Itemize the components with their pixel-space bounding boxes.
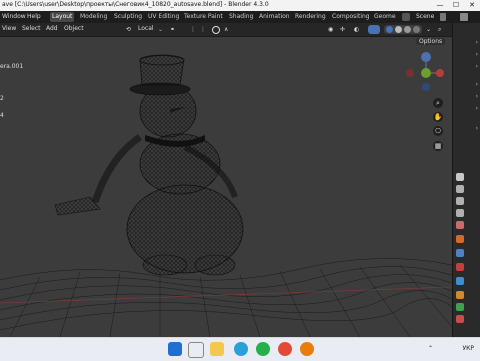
telegram-icon[interactable] bbox=[234, 342, 248, 356]
menu-add[interactable]: Add bbox=[46, 25, 58, 32]
outliner-expand-icon[interactable]: › bbox=[476, 125, 478, 132]
xray-toggle-icon[interactable] bbox=[368, 25, 380, 34]
constraint-properties-icon[interactable] bbox=[456, 291, 464, 299]
view-layer-properties-icon[interactable] bbox=[456, 209, 464, 217]
gizmo-z-axis-icon bbox=[421, 52, 431, 62]
snap-icon[interactable]: ⋮ bbox=[190, 26, 196, 33]
3d-viewport[interactable]: era.001 2 4 Options ⌕ ✋ ⎔ ▦ bbox=[0, 37, 452, 337]
workspace-tab-layout[interactable]: Layout bbox=[50, 12, 75, 22]
menu-window[interactable]: Window bbox=[2, 13, 26, 20]
shading-options-icon[interactable]: ⌄ bbox=[426, 26, 431, 33]
pivot-point-icon[interactable]: ⚭ bbox=[170, 26, 175, 33]
workspace-tab-modeling[interactable]: Modeling bbox=[78, 12, 109, 22]
workspace-tab-sculpting[interactable]: Sculpting bbox=[112, 12, 144, 22]
camera-view-icon[interactable]: ⎔ bbox=[433, 126, 443, 136]
output-properties-icon[interactable] bbox=[456, 197, 464, 205]
outliner-expand-icon[interactable]: › bbox=[476, 39, 478, 46]
physics-properties-icon[interactable] bbox=[456, 277, 464, 285]
tray-arrow-icon[interactable]: ⌃ bbox=[428, 345, 433, 352]
zoom-icon[interactable]: ⌕ bbox=[433, 98, 443, 108]
falloff-icon[interactable]: ∧ bbox=[224, 26, 228, 33]
windows-start-icon[interactable] bbox=[168, 342, 182, 356]
object-properties-icon[interactable] bbox=[456, 235, 464, 243]
data-properties-icon[interactable] bbox=[456, 303, 464, 311]
solid-shading-icon[interactable] bbox=[395, 26, 402, 33]
snowman-wireframe bbox=[54, 54, 244, 276]
gizmo-neg-z-axis-icon bbox=[422, 83, 430, 91]
object-label-2: 2 bbox=[0, 95, 4, 102]
menu-view[interactable]: View bbox=[2, 25, 16, 32]
viewport-header: View Select Add Object ⟲ Local ⌄ ⚭ ⋮ ⋮ ∧… bbox=[0, 23, 452, 37]
gizmo-icon[interactable]: ✢ bbox=[340, 26, 345, 33]
properties-panel: › › › › › › › bbox=[452, 23, 480, 337]
proportional-edit-icon[interactable] bbox=[212, 26, 220, 34]
viewport-canvas[interactable] bbox=[0, 37, 452, 337]
menu-select[interactable]: Select bbox=[22, 25, 41, 32]
outliner-expand-icon[interactable]: › bbox=[476, 63, 478, 70]
blender-icon[interactable] bbox=[300, 342, 314, 356]
window-title: ave [C:\Users\user\Desktop\проекты\Снего… bbox=[2, 1, 269, 8]
workspace-tab-compositing[interactable]: Compositing bbox=[330, 12, 372, 22]
close-button[interactable]: ✕ bbox=[464, 0, 480, 11]
outliner-expand-icon[interactable]: › bbox=[476, 105, 478, 112]
snap-target-icon[interactable]: ⋮ bbox=[200, 26, 206, 33]
workspace-arrow-icon[interactable] bbox=[402, 13, 410, 21]
whatsapp-icon[interactable] bbox=[256, 342, 270, 356]
gizmo-y-axis-icon bbox=[421, 68, 431, 78]
tool-properties-icon[interactable] bbox=[456, 173, 464, 181]
outliner-expand-icon[interactable]: › bbox=[476, 51, 478, 58]
tray-language[interactable]: УКР bbox=[462, 345, 474, 352]
wireframe-shading-icon[interactable] bbox=[386, 26, 393, 33]
task-view-icon[interactable] bbox=[188, 342, 204, 358]
object-label-4: 4 bbox=[0, 112, 4, 119]
workspace-tab-uv-editing[interactable]: UV Editing bbox=[146, 12, 181, 22]
perspective-grid-icon[interactable]: ▦ bbox=[433, 141, 443, 151]
gizmo-x-axis-icon bbox=[436, 69, 444, 77]
search-icon[interactable]: ⌕ bbox=[438, 26, 441, 34]
chrome-icon[interactable] bbox=[278, 342, 292, 356]
minimize-button[interactable]: — bbox=[432, 0, 448, 11]
window-titlebar: ave [C:\Users\user\Desktop\проекты\Снего… bbox=[0, 0, 480, 11]
viewlayer-icon[interactable] bbox=[460, 13, 468, 21]
scene-properties-icon[interactable] bbox=[456, 221, 464, 229]
chevron-down-icon: ⌄ bbox=[158, 26, 164, 33]
material-shading-icon[interactable] bbox=[404, 26, 411, 33]
scene-label[interactable]: Scene bbox=[416, 13, 434, 20]
workspace-tab-texture-paint[interactable]: Texture Paint bbox=[182, 12, 225, 22]
rendered-shading-icon[interactable] bbox=[413, 26, 420, 33]
workspace-tab-shading[interactable]: Shading bbox=[227, 12, 255, 22]
modifier-properties-icon[interactable] bbox=[456, 249, 464, 257]
options-dropdown[interactable]: Options bbox=[416, 38, 446, 45]
file-explorer-icon[interactable] bbox=[210, 342, 224, 356]
object-label-camera: era.001 bbox=[0, 63, 24, 70]
gizmo-neg-x-axis-icon bbox=[406, 69, 414, 77]
particle-properties-icon[interactable] bbox=[456, 263, 464, 271]
material-properties-icon[interactable] bbox=[456, 315, 464, 323]
menu-help[interactable]: Help bbox=[27, 13, 41, 20]
outliner-expand-icon[interactable]: › bbox=[476, 81, 478, 88]
transform-orientation-icon[interactable]: ⟲ bbox=[126, 26, 131, 33]
maximize-button[interactable]: ☐ bbox=[448, 0, 464, 11]
workspace-tab-animation[interactable]: Animation bbox=[257, 12, 292, 22]
workspace-tab-geometry[interactable]: Geome bbox=[372, 12, 398, 22]
visibility-icon[interactable]: ◉ bbox=[328, 26, 333, 33]
taskbar: ⌃ УКР bbox=[0, 337, 480, 361]
render-properties-icon[interactable] bbox=[456, 185, 464, 193]
top-menu-bar: Window Help Layout Modeling Sculpting UV… bbox=[0, 11, 480, 23]
pan-hand-icon[interactable]: ✋ bbox=[433, 112, 443, 122]
workspace-tab-rendering[interactable]: Rendering bbox=[293, 12, 328, 22]
outliner-expand-icon[interactable]: › bbox=[476, 93, 478, 100]
menu-object[interactable]: Object bbox=[64, 25, 84, 32]
transform-orientation-dropdown[interactable]: Local bbox=[138, 25, 154, 32]
scene-copy-icon[interactable] bbox=[440, 13, 446, 21]
overlay-icon[interactable]: ◐ bbox=[354, 26, 359, 33]
navigation-gizmo bbox=[406, 52, 444, 91]
